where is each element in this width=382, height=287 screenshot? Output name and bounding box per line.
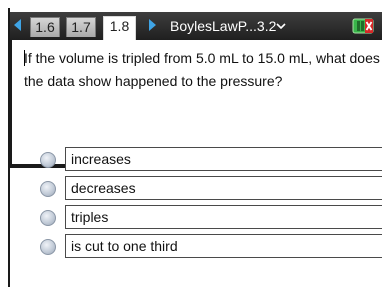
- choice-cut-to-one-third[interactable]: is cut to one third: [38, 234, 382, 258]
- radio-button[interactable]: [40, 181, 56, 197]
- title-bar: 1.6 1.7 1.8 BoylesLawP...3.2: [10, 12, 382, 40]
- tab-1-6[interactable]: 1.6: [30, 17, 60, 37]
- choice-label: increases: [65, 147, 382, 171]
- choice-decreases[interactable]: decreases: [38, 176, 382, 200]
- nav-left-icon[interactable]: [14, 19, 21, 31]
- radio-button[interactable]: [40, 210, 56, 226]
- choice-increases[interactable]: increases: [38, 147, 382, 171]
- chevron-down-icon[interactable]: [276, 23, 286, 29]
- tab-1-7[interactable]: 1.7: [66, 17, 96, 37]
- choice-label: decreases: [65, 176, 382, 200]
- tab-1-8[interactable]: 1.8: [103, 16, 136, 40]
- radio-button[interactable]: [40, 239, 56, 255]
- question-text: If the volume is tripled from 5.0 mL to …: [24, 50, 380, 89]
- battery-icon: [352, 18, 374, 34]
- document-title[interactable]: BoylesLawP...3.2: [170, 16, 276, 36]
- choice-label: is cut to one third: [65, 234, 382, 258]
- choice-triples[interactable]: triples: [38, 205, 382, 229]
- choice-label: triples: [65, 205, 382, 229]
- calculator-screen: 1.6 1.7 1.8 BoylesLawP...3.2 If the volu…: [0, 0, 382, 287]
- nav-right-icon[interactable]: [149, 19, 156, 31]
- radio-button[interactable]: [40, 152, 56, 168]
